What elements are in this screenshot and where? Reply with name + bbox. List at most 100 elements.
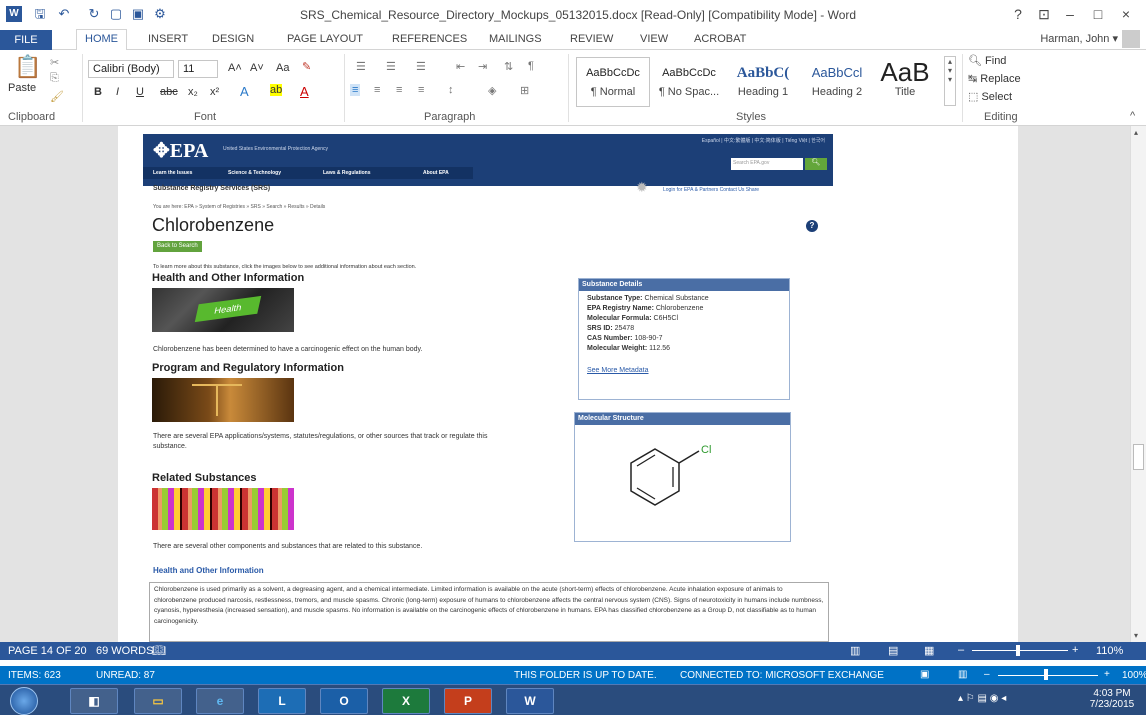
style-heading-2[interactable]: AaBbCcl Heading 2 [800,57,874,107]
text-effects-icon[interactable]: A [240,84,249,99]
read-mode-icon[interactable]: ▥ [850,644,860,657]
justify-icon[interactable]: ≡ [418,84,424,96]
user-account[interactable]: Harman, John ▾ [1040,30,1140,48]
outlook-zoom-thumb[interactable] [1044,669,1048,680]
italic-button[interactable]: I [116,86,119,98]
tab-acrobat[interactable]: ACROBAT [694,33,746,45]
zoom-in-icon[interactable]: + [1072,644,1078,656]
document-page[interactable]: ✥EPA United States Environmental Protect… [118,126,1018,642]
zoom-level[interactable]: 110% [1096,645,1123,657]
align-left-icon[interactable]: ≡ [350,84,361,96]
format-painter-icon[interactable]: 🖌 [50,90,64,103]
bullets-icon[interactable]: ☰ [356,60,366,73]
replace-button[interactable]: ↹ Replace [968,72,1021,85]
clear-format-icon[interactable]: ✎ [302,60,311,73]
quick-access-more-icon[interactable]: ⚙ [152,6,168,22]
word-icon[interactable]: W [506,688,554,714]
bold-button[interactable]: B [94,86,102,98]
zoom-slider[interactable] [972,650,1068,651]
print-layout-icon[interactable]: ▤ [888,644,898,657]
ribbon-display-options-icon[interactable]: ⊡ [1034,6,1054,23]
style-no-spacing[interactable]: AaBbCcDc ¶ No Spac... [652,57,726,107]
increase-indent-icon[interactable]: ⇥ [478,60,487,73]
copy-icon[interactable]: ⎘ [50,72,59,85]
outlook-zoom-slider[interactable] [998,675,1098,676]
decrease-indent-icon[interactable]: ⇤ [456,60,465,73]
cut-icon[interactable]: ✂ [50,56,59,69]
normal-view-icon[interactable]: ▣ [920,669,929,680]
tab-references[interactable]: REFERENCES [392,33,467,45]
start-button[interactable] [10,687,38,715]
undo-icon[interactable]: ↶ [56,6,72,22]
tab-insert[interactable]: INSERT [148,33,188,45]
underline-button[interactable]: U [136,86,144,98]
select-button[interactable]: ⬚ Select [968,90,1012,103]
numbering-icon[interactable]: ☰ [386,60,396,73]
word-app-icon[interactable]: W [6,6,22,22]
sort-icon[interactable]: ⇅ [504,60,513,73]
line-spacing-icon[interactable]: ↕ [448,84,454,96]
web-layout-icon[interactable]: ▦ [924,644,934,657]
minimize-button[interactable]: – [1060,6,1080,22]
tab-view[interactable]: VIEW [640,33,668,45]
powerpoint-icon[interactable]: P [444,688,492,714]
spelling-icon[interactable]: ▣ [130,6,146,22]
shrink-font-button[interactable]: A˅ [250,62,264,74]
styles-scroll-icon[interactable]: ▴ ▾ ▾ [944,56,956,106]
scroll-down-icon[interactable]: ▾ [1134,631,1138,640]
zoom-slider-thumb[interactable] [1016,645,1020,656]
redo-icon[interactable]: ↻ [86,6,102,22]
multilevel-list-icon[interactable]: ☰ [416,60,426,73]
word-count[interactable]: 69 WORDS [96,645,153,657]
scroll-up-icon[interactable]: ▴ [1134,128,1138,137]
internet-explorer-icon[interactable]: e [196,688,244,714]
paste-button[interactable]: Paste [8,82,36,94]
tab-mailings[interactable]: MAILINGS [489,33,542,45]
print-preview-icon[interactable]: ▢ [108,6,124,22]
clock[interactable]: 4:03 PM 7/23/2015 [1086,688,1138,710]
shading-icon[interactable]: ◈ [488,84,496,97]
close-button[interactable]: × [1116,6,1136,22]
tray-icons[interactable]: ▴ ⚐ ▤ ◉ ◂ [958,693,1006,704]
help-button[interactable]: ? [1008,6,1028,22]
style-title[interactable]: AaB Title [868,57,942,107]
proofing-icon[interactable]: 📖︎ [152,644,166,657]
outlook-zoom-out-icon[interactable]: – [984,669,990,680]
change-case-button[interactable]: Aa [276,62,289,74]
grow-font-button[interactable]: A˄ [228,62,242,74]
highlight-icon[interactable]: ab [270,84,283,96]
restore-button[interactable]: □ [1088,6,1108,22]
page-count[interactable]: PAGE 14 OF 20 [8,645,87,657]
font-name-select[interactable]: Calibri (Body) [88,60,174,78]
zoom-out-icon[interactable]: – [958,644,964,656]
align-right-icon[interactable]: ≡ [396,84,402,96]
lync-icon[interactable]: L [258,688,306,714]
tab-home[interactable]: HOME [76,29,127,51]
vertical-scrollbar[interactable]: ▴ ▾ [1130,126,1146,642]
tab-page-layout[interactable]: PAGE LAYOUT [287,33,363,45]
outlook-icon[interactable]: O [320,688,368,714]
borders-icon[interactable]: ⊞ [520,84,529,97]
tab-review[interactable]: REVIEW [570,33,613,45]
font-color-icon[interactable]: A [300,84,309,99]
scroll-thumb[interactable] [1133,444,1144,470]
explorer-icon[interactable]: ▭ [134,688,182,714]
font-size-select[interactable]: 11 [178,60,218,78]
style-normal[interactable]: AaBbCcDc ¶ Normal [576,57,650,107]
outlook-zoom-in-icon[interactable]: + [1104,669,1110,680]
subscript-button[interactable]: x₂ [188,86,198,98]
taskbar-pinned-app-icon[interactable]: ◧ [70,688,118,714]
collapse-ribbon-icon[interactable]: ^ [1130,110,1135,122]
align-center-icon[interactable]: ≡ [374,84,380,96]
excel-icon[interactable]: X [382,688,430,714]
strikethrough-button[interactable]: abc [160,86,178,98]
find-button[interactable]: 🔍︎ Find [968,54,1006,67]
superscript-button[interactable]: x² [210,86,219,98]
reading-view-icon[interactable]: ▥ [958,669,967,680]
paste-icon[interactable]: 📋 [14,54,41,80]
style-heading-1[interactable]: AaBbC(Heading 1 [726,57,800,107]
show-formatting-icon[interactable]: ¶ [528,60,534,72]
save-icon[interactable]: 🖫 [32,6,48,22]
tab-design[interactable]: DESIGN [212,33,254,45]
tab-file[interactable]: FILE [0,30,52,50]
